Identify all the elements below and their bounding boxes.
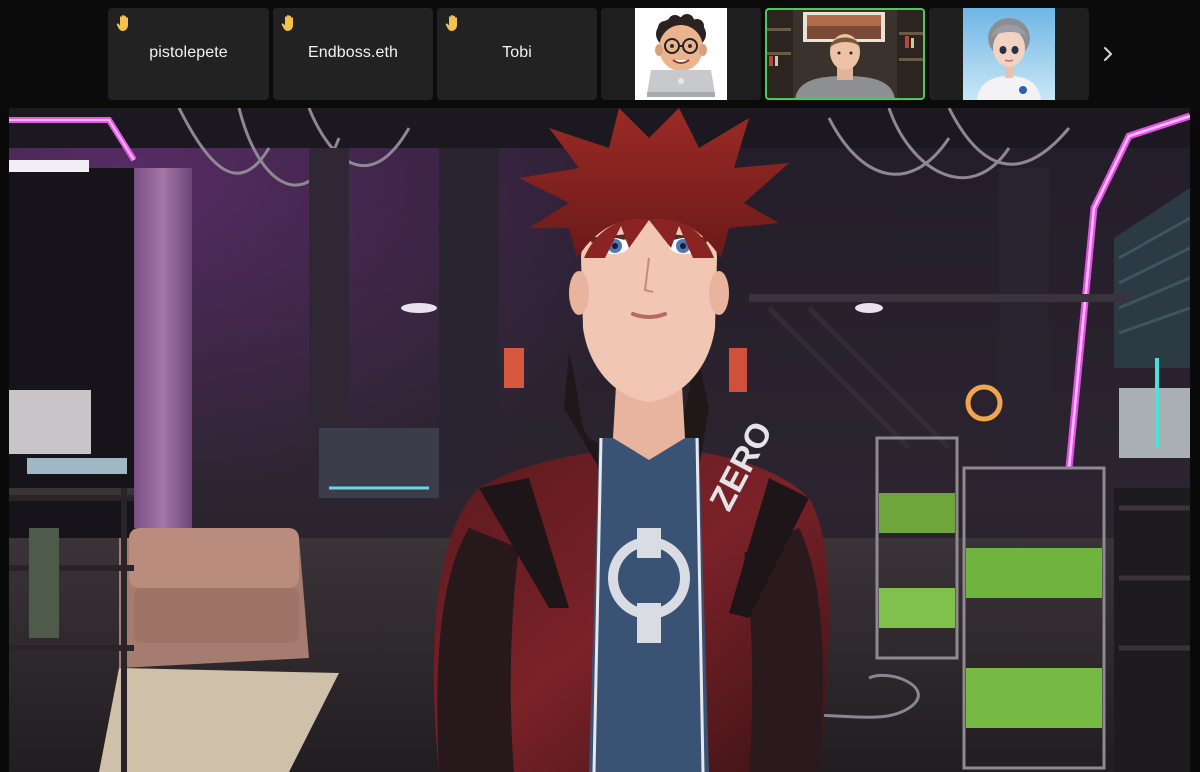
virtual-background-scene: ZERO <box>9 108 1190 772</box>
chevron-right-icon <box>1104 47 1112 61</box>
participant-tile-3d-avatar[interactable] <box>929 8 1089 100</box>
webcam-video <box>765 8 925 100</box>
raised-hand-icon <box>116 14 132 32</box>
main-video-feed: ZERO <box>9 108 1190 772</box>
participant-name: Tobi <box>502 44 532 61</box>
participant-tile-tobi[interactable]: Tobi <box>437 8 597 100</box>
next-participants-button[interactable] <box>1092 36 1124 72</box>
raised-hand-icon <box>281 14 297 32</box>
participant-tile-pistolepete[interactable]: pistolepete <box>108 8 269 100</box>
participant-name: Endboss.eth <box>307 44 399 61</box>
participant-tile-empty[interactable] <box>601 8 761 100</box>
participant-strip: pistolepete Endboss.eth Tobi <box>0 0 1200 108</box>
participant-tile-webcam-active[interactable] <box>765 8 925 100</box>
memoji-avatar <box>635 8 727 100</box>
raised-hand-icon <box>445 14 461 32</box>
participant-tile-endboss[interactable]: Endboss.eth <box>273 8 433 100</box>
participant-name: pistolepete <box>149 44 228 61</box>
3d-avatar-image <box>963 8 1055 100</box>
